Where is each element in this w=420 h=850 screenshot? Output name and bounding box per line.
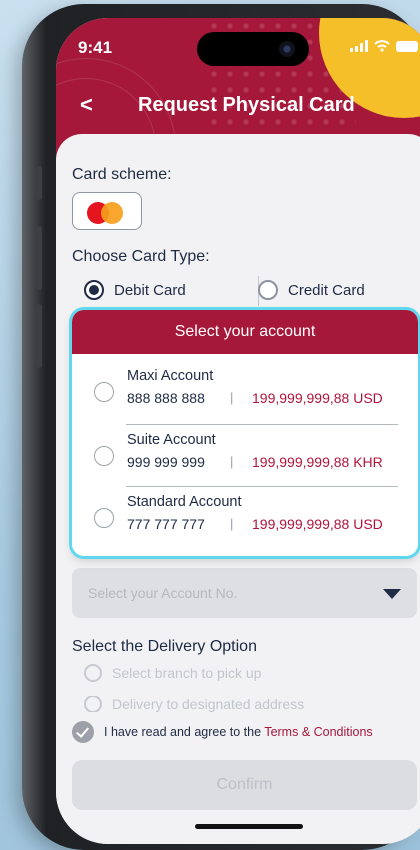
account-balance: 199,999,999,88 USD <box>252 390 383 406</box>
account-number: 888 888 888 <box>127 390 205 406</box>
silent-switch <box>36 166 42 200</box>
delivery-option-address[interactable]: Delivery to designated address <box>84 696 304 712</box>
radio-unselected-icon[interactable] <box>94 382 114 402</box>
camera-icon <box>279 41 295 57</box>
delivery-label: Select the Delivery Option <box>72 638 257 655</box>
status-icons <box>350 40 418 52</box>
terms-link[interactable]: Terms & Conditions <box>264 725 372 739</box>
delivery-option-label: Select branch to pick up <box>112 665 262 681</box>
chevron-down-icon <box>383 589 401 599</box>
dynamic-island <box>197 32 309 66</box>
debit-card-option[interactable]: Debit Card <box>84 280 186 300</box>
radio-unselected-icon[interactable] <box>84 664 102 682</box>
confirm-button[interactable]: Confirm <box>72 760 417 810</box>
account-name: Standard Account <box>127 494 242 510</box>
delivery-option-label: Delivery to designated address <box>112 696 305 712</box>
radio-unselected-icon[interactable] <box>258 280 278 300</box>
account-number: 999 999 999 <box>127 454 205 470</box>
select-account-sheet: Select your account Maxi Account 888 888… <box>72 310 418 556</box>
battery-icon <box>396 40 418 52</box>
account-name: Maxi Account <box>127 368 214 384</box>
radio-selected-icon[interactable] <box>84 280 104 300</box>
home-indicator[interactable] <box>195 824 303 829</box>
card-scheme-label: Card scheme: <box>72 166 172 183</box>
radio-unselected-icon[interactable] <box>84 696 102 712</box>
radio-unselected-icon[interactable] <box>94 508 114 528</box>
volume-up-button <box>36 226 42 290</box>
wifi-icon <box>374 40 390 52</box>
volume-down-button <box>36 304 42 368</box>
account-option[interactable]: Maxi Account 888 888 888 | 199,999,999,8… <box>72 360 418 422</box>
account-balance: 199,999,999,88 KHR <box>252 454 383 470</box>
mastercard-icon-overlap <box>101 202 123 224</box>
radio-unselected-icon[interactable] <box>94 446 114 466</box>
app-screen: 9:41 < Request Physical Card Card scheme… <box>56 18 420 844</box>
separator: | <box>230 454 234 469</box>
checkbox-checked-icon[interactable] <box>72 721 94 743</box>
phone-frame: 9:41 < Request Physical Card Card scheme… <box>22 4 420 850</box>
terms-agreement[interactable]: I have read and agree to the Terms & Con… <box>72 721 373 743</box>
card-type-label: Choose Card Type: <box>72 248 210 265</box>
account-option[interactable]: Standard Account 777 777 777 | 199,999,9… <box>72 486 418 548</box>
debit-card-label: Debit Card <box>114 281 186 299</box>
account-name: Suite Account <box>127 432 216 448</box>
signal-icon <box>350 40 368 52</box>
agree-text-prefix: I have read and agree to the <box>104 725 265 739</box>
credit-card-label: Credit Card <box>288 281 365 299</box>
account-select[interactable]: Select your Account No. <box>72 568 417 618</box>
account-balance: 199,999,999,88 USD <box>252 516 383 532</box>
delivery-option-branch[interactable]: Select branch to pick up <box>84 664 261 682</box>
account-select-placeholder: Select your Account No. <box>88 585 238 601</box>
mastercard-scheme-chip[interactable] <box>72 192 142 230</box>
account-option[interactable]: Suite Account 999 999 999 | 199,999,999,… <box>72 424 418 486</box>
status-time: 9:41 <box>78 38 113 57</box>
separator: | <box>230 516 234 531</box>
separator: | <box>230 390 234 405</box>
account-number: 777 777 777 <box>127 516 205 532</box>
page-title: Request Physical Card <box>138 94 355 116</box>
sheet-title: Select your account <box>72 310 418 354</box>
agree-text: I have read and agree to the Terms & Con… <box>104 725 373 739</box>
back-button[interactable]: < <box>80 92 93 118</box>
credit-card-option[interactable]: Credit Card <box>258 280 365 300</box>
